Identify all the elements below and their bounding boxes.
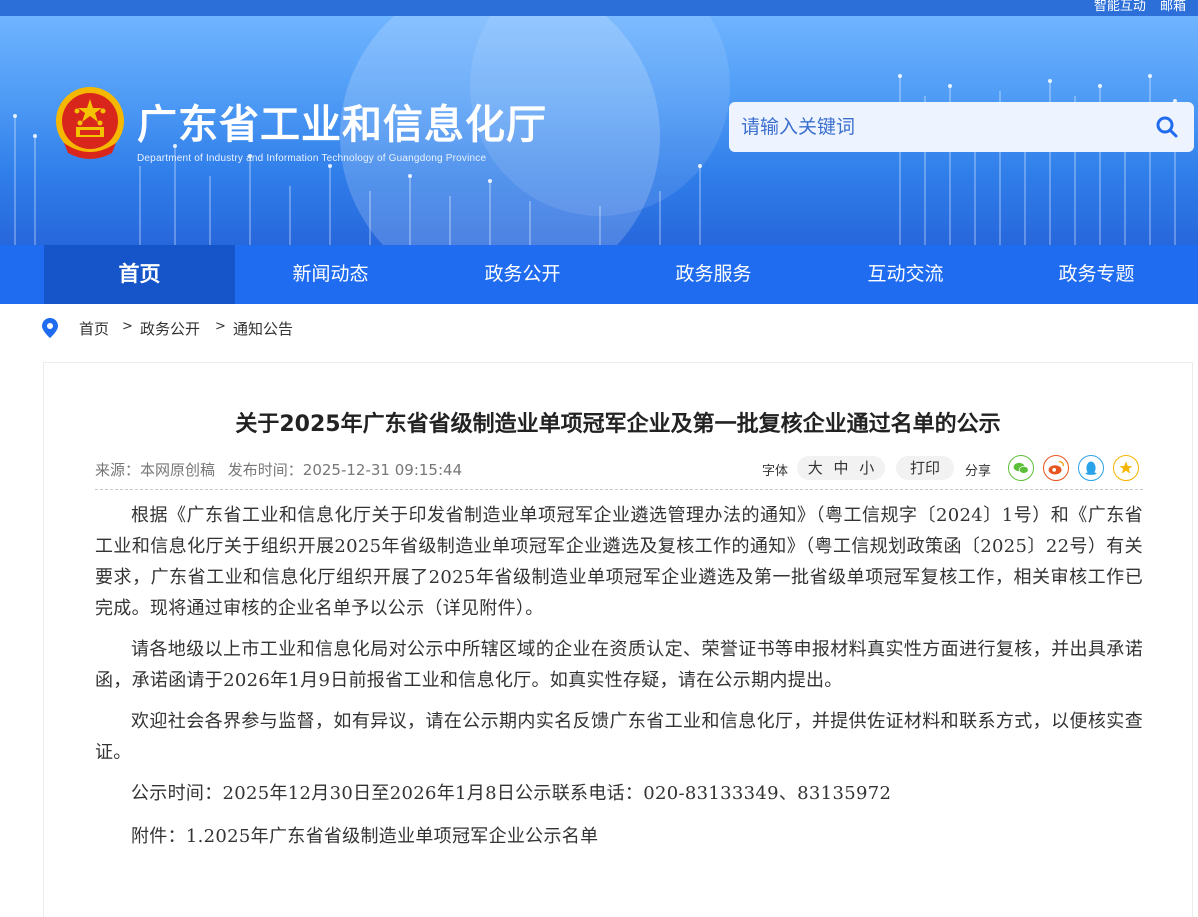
article-title: 关于2025年广东省省级制造业单项冠军企业及第一批复核企业通过名单的公示 [235, 412, 1001, 437]
font-size-medium[interactable]: 中 [833, 459, 848, 477]
nav-item-gov-services[interactable]: 政务服务 [618, 245, 809, 304]
search-input[interactable] [741, 112, 1141, 142]
site-title: 广东省工业和信息化厅 [137, 102, 547, 148]
attachment-link[interactable]: 附件：1.2025年广东省省级制造业单项冠军企业公示名单 [95, 821, 1143, 852]
nav-item-interaction[interactable]: 互动交流 [810, 245, 1001, 304]
nav-item-topics[interactable]: 政务专题 [1001, 245, 1192, 304]
article-paragraph: 请各地级以上市工业和信息化局对公示中所辖区域的企业在资质认定、荣誉证书等申报材料… [95, 639, 1143, 691]
wechat-icon[interactable] [1008, 455, 1034, 481]
qq-icon[interactable] [1078, 455, 1104, 481]
share-label: 分享 [965, 464, 992, 479]
article-source: 来源：本网原创稿 [95, 461, 216, 479]
mailbox-link[interactable]: 邮箱 [1160, 0, 1186, 14]
weibo-icon[interactable] [1043, 455, 1069, 481]
main-nav: 首页 新闻动态 政务公开 政务服务 互动交流 政务专题 [0, 245, 1198, 304]
site-subtitle: Department of Industry and Information T… [137, 153, 487, 164]
location-pin-icon [42, 318, 58, 338]
national-emblem-icon [56, 87, 124, 159]
article-paragraph: 欢迎社会各界参与监督，如有异议，请在公示期内实名反馈广东省工业和信息化厅，并提供… [95, 711, 1143, 763]
search-box [729, 102, 1194, 152]
breadcrumb-separator: > [215, 319, 226, 334]
breadcrumb-home[interactable]: 首页 [79, 318, 109, 339]
article-paragraph: 根据《广东省工业和信息化厅关于印发省制造业单项冠军企业遴选管理办法的通知》（粤工… [95, 505, 1143, 619]
smart-interaction-link[interactable]: 智能互动 [1094, 0, 1146, 14]
print-button[interactable]: 打印 [896, 456, 954, 480]
article-tools: 字体 大 中 小 打印 分享 [760, 455, 1145, 481]
font-size-large[interactable]: 大 [808, 459, 823, 477]
font-size-small[interactable]: 小 [859, 459, 874, 477]
search-icon[interactable] [1154, 114, 1180, 140]
article-meta: 来源：本网原创稿 发布时间：2025-12-31 09:15:44 [95, 459, 462, 480]
nav-item-news[interactable]: 新闻动态 [235, 245, 426, 304]
font-size-selector: 大 中 小 [797, 456, 885, 480]
top-links: 智能互动 邮箱 [1084, 0, 1186, 14]
breadcrumb-notices[interactable]: 通知公告 [233, 318, 293, 339]
font-size-label: 字体 [762, 464, 789, 479]
nav-item-gov-affairs[interactable]: 政务公开 [427, 245, 618, 304]
site-header: 广东省工业和信息化厅 Department of Industry and In… [0, 16, 1198, 245]
article-publish-time: 发布时间：2025-12-31 09:15:44 [227, 461, 463, 479]
meta-divider [95, 489, 1143, 490]
nav-item-home[interactable]: 首页 [44, 245, 235, 304]
top-bar: 智能互动 邮箱 [0, 0, 1198, 16]
breadcrumb-gov-affairs[interactable]: 政务公开 [140, 318, 200, 339]
article-body: 根据《广东省工业和信息化厅关于印发省制造业单项冠军企业遴选管理办法的通知》（粤工… [95, 500, 1143, 862]
article-paragraph: 公示时间：2025年12月30日至2026年1月8日公示联系电话：020-831… [131, 783, 892, 804]
favorite-icon[interactable] [1113, 455, 1139, 481]
breadcrumb-separator: > [122, 319, 133, 334]
